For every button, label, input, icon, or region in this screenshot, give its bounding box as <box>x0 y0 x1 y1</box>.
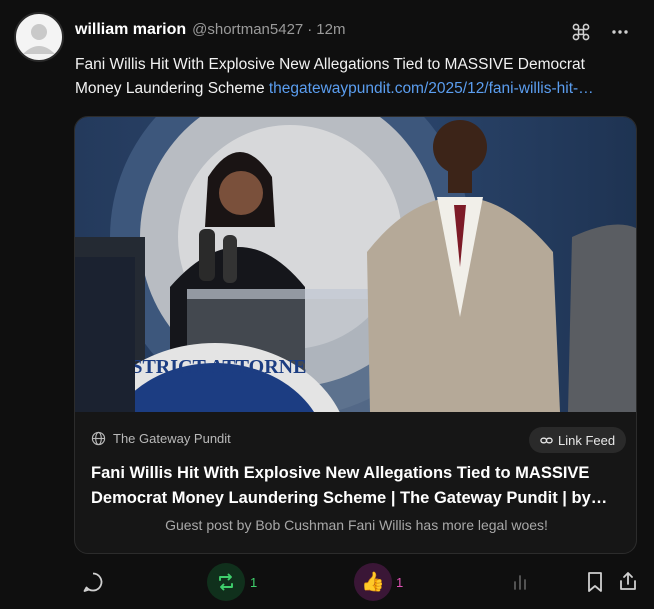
bookmark-icon[interactable] <box>586 571 604 593</box>
post: william marion @shortman5427 · 12m Fani … <box>0 0 654 609</box>
card-title-line-1: Fani Willis Hit With Explosive New Alleg… <box>91 464 590 482</box>
default-avatar-icon <box>23 24 55 54</box>
post-link[interactable]: thegatewaypundit.com/2025/12/fani-willis… <box>269 80 594 97</box>
separator-dot: · <box>307 21 313 38</box>
link-feed-label: Link Feed <box>558 432 616 448</box>
repost-button[interactable] <box>207 563 245 601</box>
link-preview-card[interactable]: ISTRICT ATTORNE The Gateway Pundit Link … <box>74 116 637 554</box>
card-image[interactable]: ISTRICT ATTORNE <box>75 117 637 412</box>
avatar[interactable] <box>14 12 64 62</box>
source-row: The Gateway Pundit <box>91 431 231 446</box>
link-feed-button[interactable]: Link Feed <box>529 427 627 453</box>
thumbs-up-icon: 👍 <box>361 572 385 593</box>
share-icon[interactable] <box>617 570 639 592</box>
seal-lettering: ISTRICT ATTORNE <box>124 356 307 378</box>
repost-icon <box>219 573 233 591</box>
source-name: The Gateway Pundit <box>113 431 231 446</box>
card-title-line-2: Democrat Money Laundering Scheme | The G… <box>91 489 608 507</box>
author-name[interactable]: william marion <box>75 21 186 39</box>
post-header: william marion @shortman5427 · 12m <box>75 21 345 41</box>
post-time[interactable]: 12m <box>316 21 345 38</box>
stats-icon[interactable] <box>510 572 530 592</box>
globe-icon <box>91 431 106 446</box>
post-text: Fani Willis Hit With Explosive New Alleg… <box>75 53 635 101</box>
chain-icon <box>540 437 553 443</box>
reply-icon[interactable] <box>81 570 105 594</box>
like-count: 1 <box>396 575 404 590</box>
card-title[interactable]: Fani Willis Hit With Explosive New Alleg… <box>91 461 623 511</box>
command-icon[interactable] <box>571 22 591 42</box>
card-description: Guest post by Bob Cushman Fani Willis ha… <box>165 517 548 533</box>
more-icon[interactable] <box>609 22 631 42</box>
action-bar: 1 👍 1 <box>0 560 654 606</box>
repost-count: 1 <box>250 575 258 590</box>
author-handle[interactable]: @shortman5427 <box>192 21 303 38</box>
like-button[interactable]: 👍 <box>354 563 392 601</box>
